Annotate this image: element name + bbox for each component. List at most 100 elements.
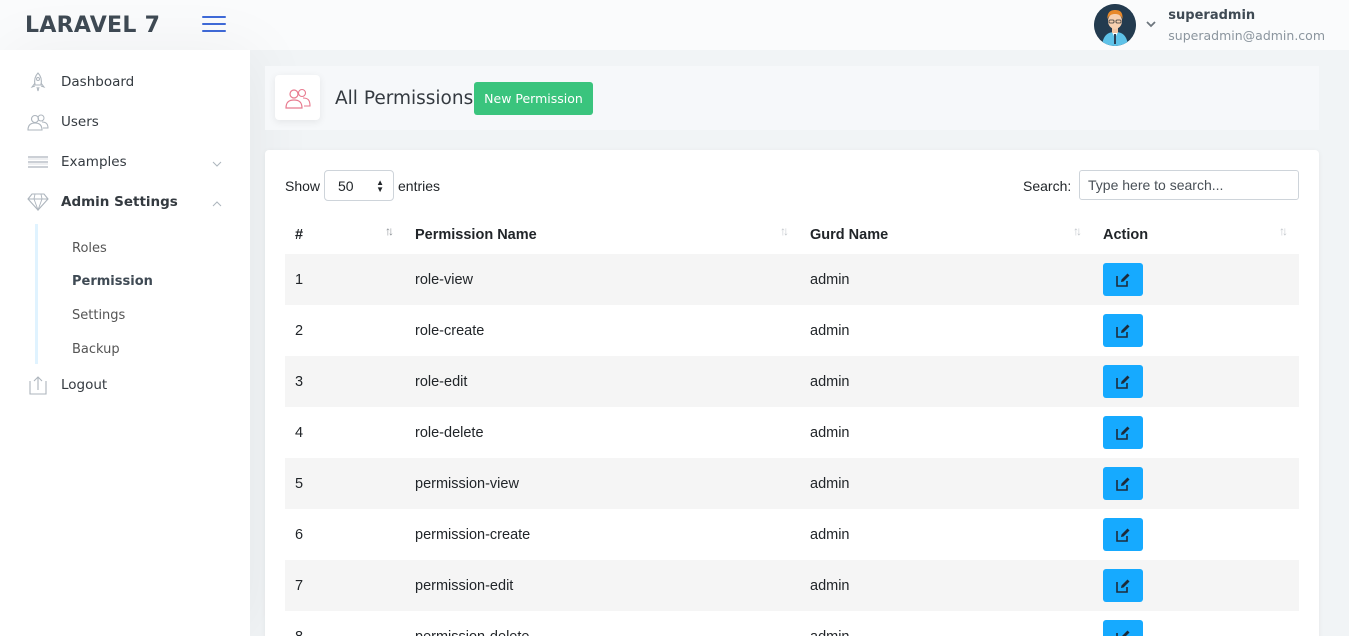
edit-icon	[1116, 579, 1130, 593]
page-title-bar: All Permissions New Permission	[265, 66, 1319, 130]
edit-button[interactable]	[1103, 620, 1143, 636]
avatar[interactable]	[1094, 4, 1137, 46]
sort-icon: ↑↓	[1073, 224, 1082, 238]
sidebar-item-label: Logout	[61, 377, 108, 393]
column-header-guard-name[interactable]: Gurd Name ↑↓	[800, 215, 1093, 254]
sidebar-item-label: Dashboard	[61, 74, 135, 90]
users-icon	[275, 75, 320, 120]
cell-id: 1	[285, 254, 405, 305]
sidebar-subitem-backup[interactable]: Backup	[72, 334, 120, 364]
cell-guard-name: admin	[800, 356, 1093, 407]
cell-id: 6	[295, 526, 304, 543]
sidebar-item-users[interactable]: Users	[0, 105, 250, 139]
diamond-icon	[26, 192, 50, 212]
sort-icon: ↑↓	[1279, 224, 1288, 238]
upload-icon	[26, 375, 50, 395]
edit-button[interactable]	[1103, 263, 1143, 296]
cell-action	[1093, 560, 1299, 611]
cell-guard-name: admin	[810, 322, 850, 339]
app-header: LARAVEL 7 superadmin superadmin@admin.co…	[0, 0, 1349, 50]
edit-icon	[1116, 477, 1130, 491]
cell-id: 5	[285, 458, 405, 509]
cell-guard-name: admin	[800, 254, 1093, 305]
column-header-action[interactable]: Action ↑↓	[1093, 215, 1299, 254]
edit-button[interactable]	[1103, 314, 1143, 347]
user-menu[interactable]: superadmin superadmin@admin.com	[1094, 4, 1325, 46]
sidebar-item-label: Users	[61, 114, 99, 130]
subnav-indicator	[35, 224, 38, 364]
layers-icon	[26, 152, 50, 172]
cell-permission-name: permission-delete	[405, 611, 800, 636]
user-email: superadmin@admin.com	[1168, 27, 1325, 43]
search-label: Search:	[1023, 178, 1072, 194]
edit-button[interactable]	[1103, 416, 1143, 449]
sidebar-subitem-settings[interactable]: Settings	[72, 300, 125, 330]
cell-permission-name: role-view	[405, 254, 800, 305]
cell-guard-name: admin	[810, 526, 850, 543]
select-arrows-icon: ▲ ▼	[376, 178, 384, 194]
page-size-value: 50	[338, 177, 354, 194]
cell-action	[1093, 509, 1299, 560]
sidebar: Dashboard Users Examples Admin Settings …	[0, 50, 250, 636]
cell-guard-name: admin	[800, 611, 1093, 636]
edit-icon	[1116, 324, 1130, 338]
cell-permission-name: role-create	[415, 322, 485, 339]
sidebar-item-admin-settings[interactable]: Admin Settings	[0, 185, 250, 219]
users-icon	[26, 112, 50, 132]
user-name: superadmin	[1168, 7, 1256, 23]
sidebar-item-examples[interactable]: Examples	[0, 145, 250, 179]
cell-id: 2	[295, 322, 304, 339]
edit-button[interactable]	[1103, 569, 1143, 602]
chevron-down-icon	[212, 154, 222, 172]
edit-button[interactable]	[1103, 365, 1143, 398]
cell-permission-name: permission-view	[405, 458, 800, 509]
cell-guard-name: admin	[800, 458, 1093, 509]
table-row: 6 permission-create admin	[285, 509, 1299, 560]
edit-icon	[1116, 426, 1130, 440]
table-row: 5 permission-view admin	[285, 458, 1299, 509]
app-logo: LARAVEL 7	[25, 12, 161, 38]
column-header-id[interactable]: # ↑↓	[285, 215, 405, 254]
hamburger-menu-icon[interactable]	[202, 16, 226, 33]
chevron-down-icon[interactable]	[1146, 19, 1156, 31]
sidebar-item-label: Examples	[61, 154, 127, 170]
edit-icon	[1116, 273, 1130, 287]
page-title: All Permissions	[335, 88, 474, 109]
cell-permission-name: role-edit	[405, 356, 800, 407]
cell-action	[1093, 611, 1299, 636]
new-permission-button[interactable]: New Permission	[474, 82, 593, 115]
sidebar-item-label: Admin Settings	[61, 194, 178, 210]
cell-id: 8	[285, 611, 405, 636]
chevron-up-icon	[212, 194, 222, 212]
edit-icon	[1116, 375, 1130, 389]
cell-action	[1093, 458, 1299, 509]
edit-button[interactable]	[1103, 467, 1143, 500]
permissions-table: # ↑↓ Permission Name ↑↓ Gurd Name ↑↓ Action…	[285, 215, 1299, 636]
sidebar-item-logout[interactable]: Logout	[0, 368, 250, 402]
cell-permission-name: permission-edit	[405, 560, 800, 611]
cell-action	[1093, 305, 1299, 356]
table-row: 7 permission-edit admin	[285, 560, 1299, 611]
sidebar-subitem-roles[interactable]: Roles	[72, 233, 107, 263]
page-size-select[interactable]: 50 ▲ ▼	[324, 170, 394, 201]
table-row: 8permission-deleteadmin	[285, 611, 1299, 636]
sort-asc-icon: ↑↓	[385, 224, 394, 238]
table-row: 3 role-edit admin	[285, 356, 1299, 407]
sidebar-item-dashboard[interactable]: Dashboard	[0, 65, 250, 99]
permissions-card: Show 50 ▲▼ entries Search: #↑↓ Permissio…	[265, 150, 1319, 636]
sort-icon: ↑↓	[780, 224, 789, 238]
sidebar-subitem-permission[interactable]: Permission	[72, 266, 153, 296]
search-input[interactable]	[1079, 170, 1299, 200]
edit-button[interactable]	[1103, 518, 1143, 551]
table-row: 1 role-view admin	[285, 254, 1299, 305]
cell-permission-name: permission-create	[415, 526, 531, 543]
table-row: 2 role-create admin	[285, 305, 1299, 356]
column-header-permission-name[interactable]: Permission Name ↑↓	[405, 215, 800, 254]
cell-id: 4	[295, 424, 304, 441]
cell-action	[1093, 254, 1299, 305]
rocket-icon	[26, 72, 50, 92]
cell-id: 3	[285, 356, 405, 407]
cell-action	[1093, 356, 1299, 407]
user-info: superadmin superadmin@admin.com	[1168, 8, 1325, 43]
table-row: 4 role-delete admin	[285, 407, 1299, 458]
